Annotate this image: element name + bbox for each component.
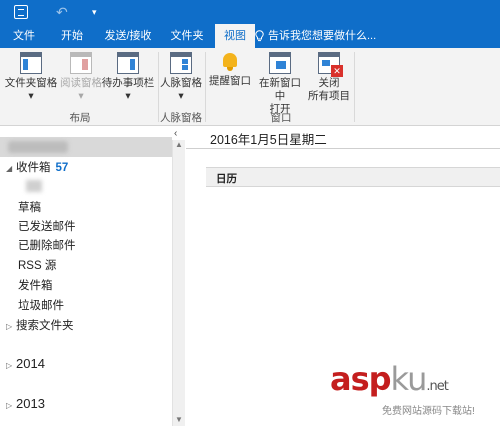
- scroll-up-icon[interactable]: ▲: [175, 140, 183, 149]
- unread-count: 57: [55, 162, 69, 174]
- tab-folder[interactable]: 文件夹: [164, 24, 210, 48]
- bell-icon: [221, 52, 239, 72]
- folder-outbox[interactable]: 发件箱: [18, 277, 53, 293]
- group-label-people: 人脉窗格: [160, 112, 202, 124]
- collapse-pane-icon[interactable]: ‹: [174, 128, 177, 139]
- todo-bar-icon: [117, 52, 139, 74]
- reading-pane-icon: [70, 52, 92, 74]
- title-bar: ↶ ▾: [0, 0, 500, 24]
- close-all-items-button[interactable]: 关闭 所有项目: [306, 52, 352, 103]
- reading-pane-button[interactable]: 阅读窗格 ▾: [60, 52, 102, 103]
- expand-arrow-icon[interactable]: ▷: [6, 322, 16, 331]
- group-divider: [205, 52, 206, 122]
- folder-pane: ◢ 收件箱 57 草稿 已发送邮件 已删除邮件 RSS 源 发件箱 垃圾邮件 ▷ 搜索…: [0, 127, 172, 426]
- lightbulb-icon: [255, 30, 264, 42]
- folder-inbox[interactable]: ◢ 收件箱 57: [6, 159, 68, 175]
- app-icon[interactable]: [14, 5, 28, 19]
- quick-access-dropdown-icon[interactable]: ▾: [92, 5, 106, 19]
- account-header[interactable]: [0, 137, 172, 157]
- tab-file[interactable]: 文件: [8, 24, 40, 48]
- undo-icon[interactable]: ↶: [56, 5, 70, 19]
- tell-me-box[interactable]: 告诉我您想要做什么...: [268, 24, 376, 48]
- tab-home[interactable]: 开始: [52, 24, 92, 48]
- expand-arrow-icon[interactable]: ◢: [6, 164, 16, 173]
- group-divider: [354, 52, 355, 122]
- folder-junk[interactable]: 垃圾邮件: [18, 297, 64, 313]
- watermark-logo: aspku.net 免费网站源码下载站!: [330, 360, 475, 417]
- divider: [186, 148, 500, 149]
- watermark-subtitle: 免费网站源码下载站!: [382, 406, 475, 417]
- folder-2014[interactable]: ▷ 2014: [6, 356, 45, 371]
- account-name-blurred: [8, 141, 68, 153]
- group-label-window: 窗口: [270, 112, 292, 124]
- ribbon-tab-row: 文件 开始 发送/接收 文件夹 视图 告诉我您想要做什么...: [0, 24, 500, 48]
- expand-arrow-icon[interactable]: ▷: [6, 361, 16, 370]
- expand-arrow-icon[interactable]: ▷: [6, 401, 16, 410]
- new-window-icon: [269, 52, 291, 74]
- todo-bar-button[interactable]: 待办事项栏 ▾: [100, 52, 156, 103]
- group-label-layout: 布局: [69, 112, 91, 124]
- folder-pane-icon: [20, 52, 42, 74]
- close-all-icon: [318, 52, 343, 77]
- folder-2013[interactable]: ▷ 2013: [6, 396, 45, 411]
- calendar-section-header[interactable]: 日历: [206, 167, 500, 187]
- folder-search-folders[interactable]: ▷ 搜索文件夹: [6, 317, 74, 333]
- folder-drafts[interactable]: 草稿: [18, 199, 41, 215]
- current-date: 2016年1月5日星期二: [210, 133, 327, 147]
- folder-pane-scrollbar[interactable]: ▲ ▼: [172, 140, 185, 426]
- tab-view[interactable]: 视图: [215, 24, 255, 48]
- folder-pane-button[interactable]: 文件夹窗格 ▾: [4, 52, 58, 103]
- people-pane-icon: [170, 52, 192, 74]
- open-in-new-window-button[interactable]: 在新窗口中 打开: [254, 52, 306, 116]
- folder-rss[interactable]: RSS 源: [18, 257, 56, 273]
- reminders-window-button[interactable]: 提醒窗口: [208, 52, 252, 88]
- people-pane-button[interactable]: 人脉窗格 ▾: [160, 52, 202, 103]
- tab-send-receive[interactable]: 发送/接收: [98, 24, 158, 48]
- scroll-down-icon[interactable]: ▼: [175, 415, 183, 424]
- folder-deleted[interactable]: 已删除邮件: [18, 237, 76, 253]
- ribbon: 文件夹窗格 ▾ 阅读窗格 ▾ 待办事项栏 ▾ 布局 人脉窗格 ▾ 人脉窗格 提醒…: [0, 48, 500, 126]
- folder-sent[interactable]: 已发送邮件: [18, 218, 76, 234]
- subfolder-blurred[interactable]: [26, 180, 42, 192]
